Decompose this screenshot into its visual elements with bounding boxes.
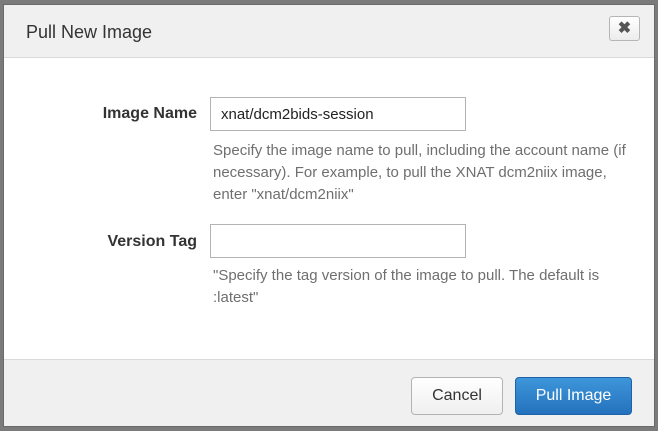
image-name-input[interactable]: [210, 97, 466, 131]
image-name-label: Image Name: [102, 105, 197, 122]
version-tag-input[interactable]: [210, 224, 466, 258]
dialog-footer: Cancel Pull Image: [4, 359, 654, 426]
close-icon: ✖: [617, 19, 632, 37]
cancel-button[interactable]: Cancel: [411, 377, 503, 415]
image-name-help-text: Specify the image name to pull, includin…: [213, 142, 626, 203]
dialog-header: Pull New Image ✖: [4, 5, 654, 58]
dialog-title: Pull New Image: [26, 22, 153, 42]
version-tag-help-text: "Specify the tag version of the image to…: [213, 267, 600, 306]
pull-image-dialog: Pull New Image ✖ Image Name Specify the …: [3, 4, 655, 427]
pull-image-button[interactable]: Pull Image: [515, 377, 632, 415]
version-tag-label: Version Tag: [107, 233, 197, 250]
close-button[interactable]: ✖: [609, 16, 640, 41]
